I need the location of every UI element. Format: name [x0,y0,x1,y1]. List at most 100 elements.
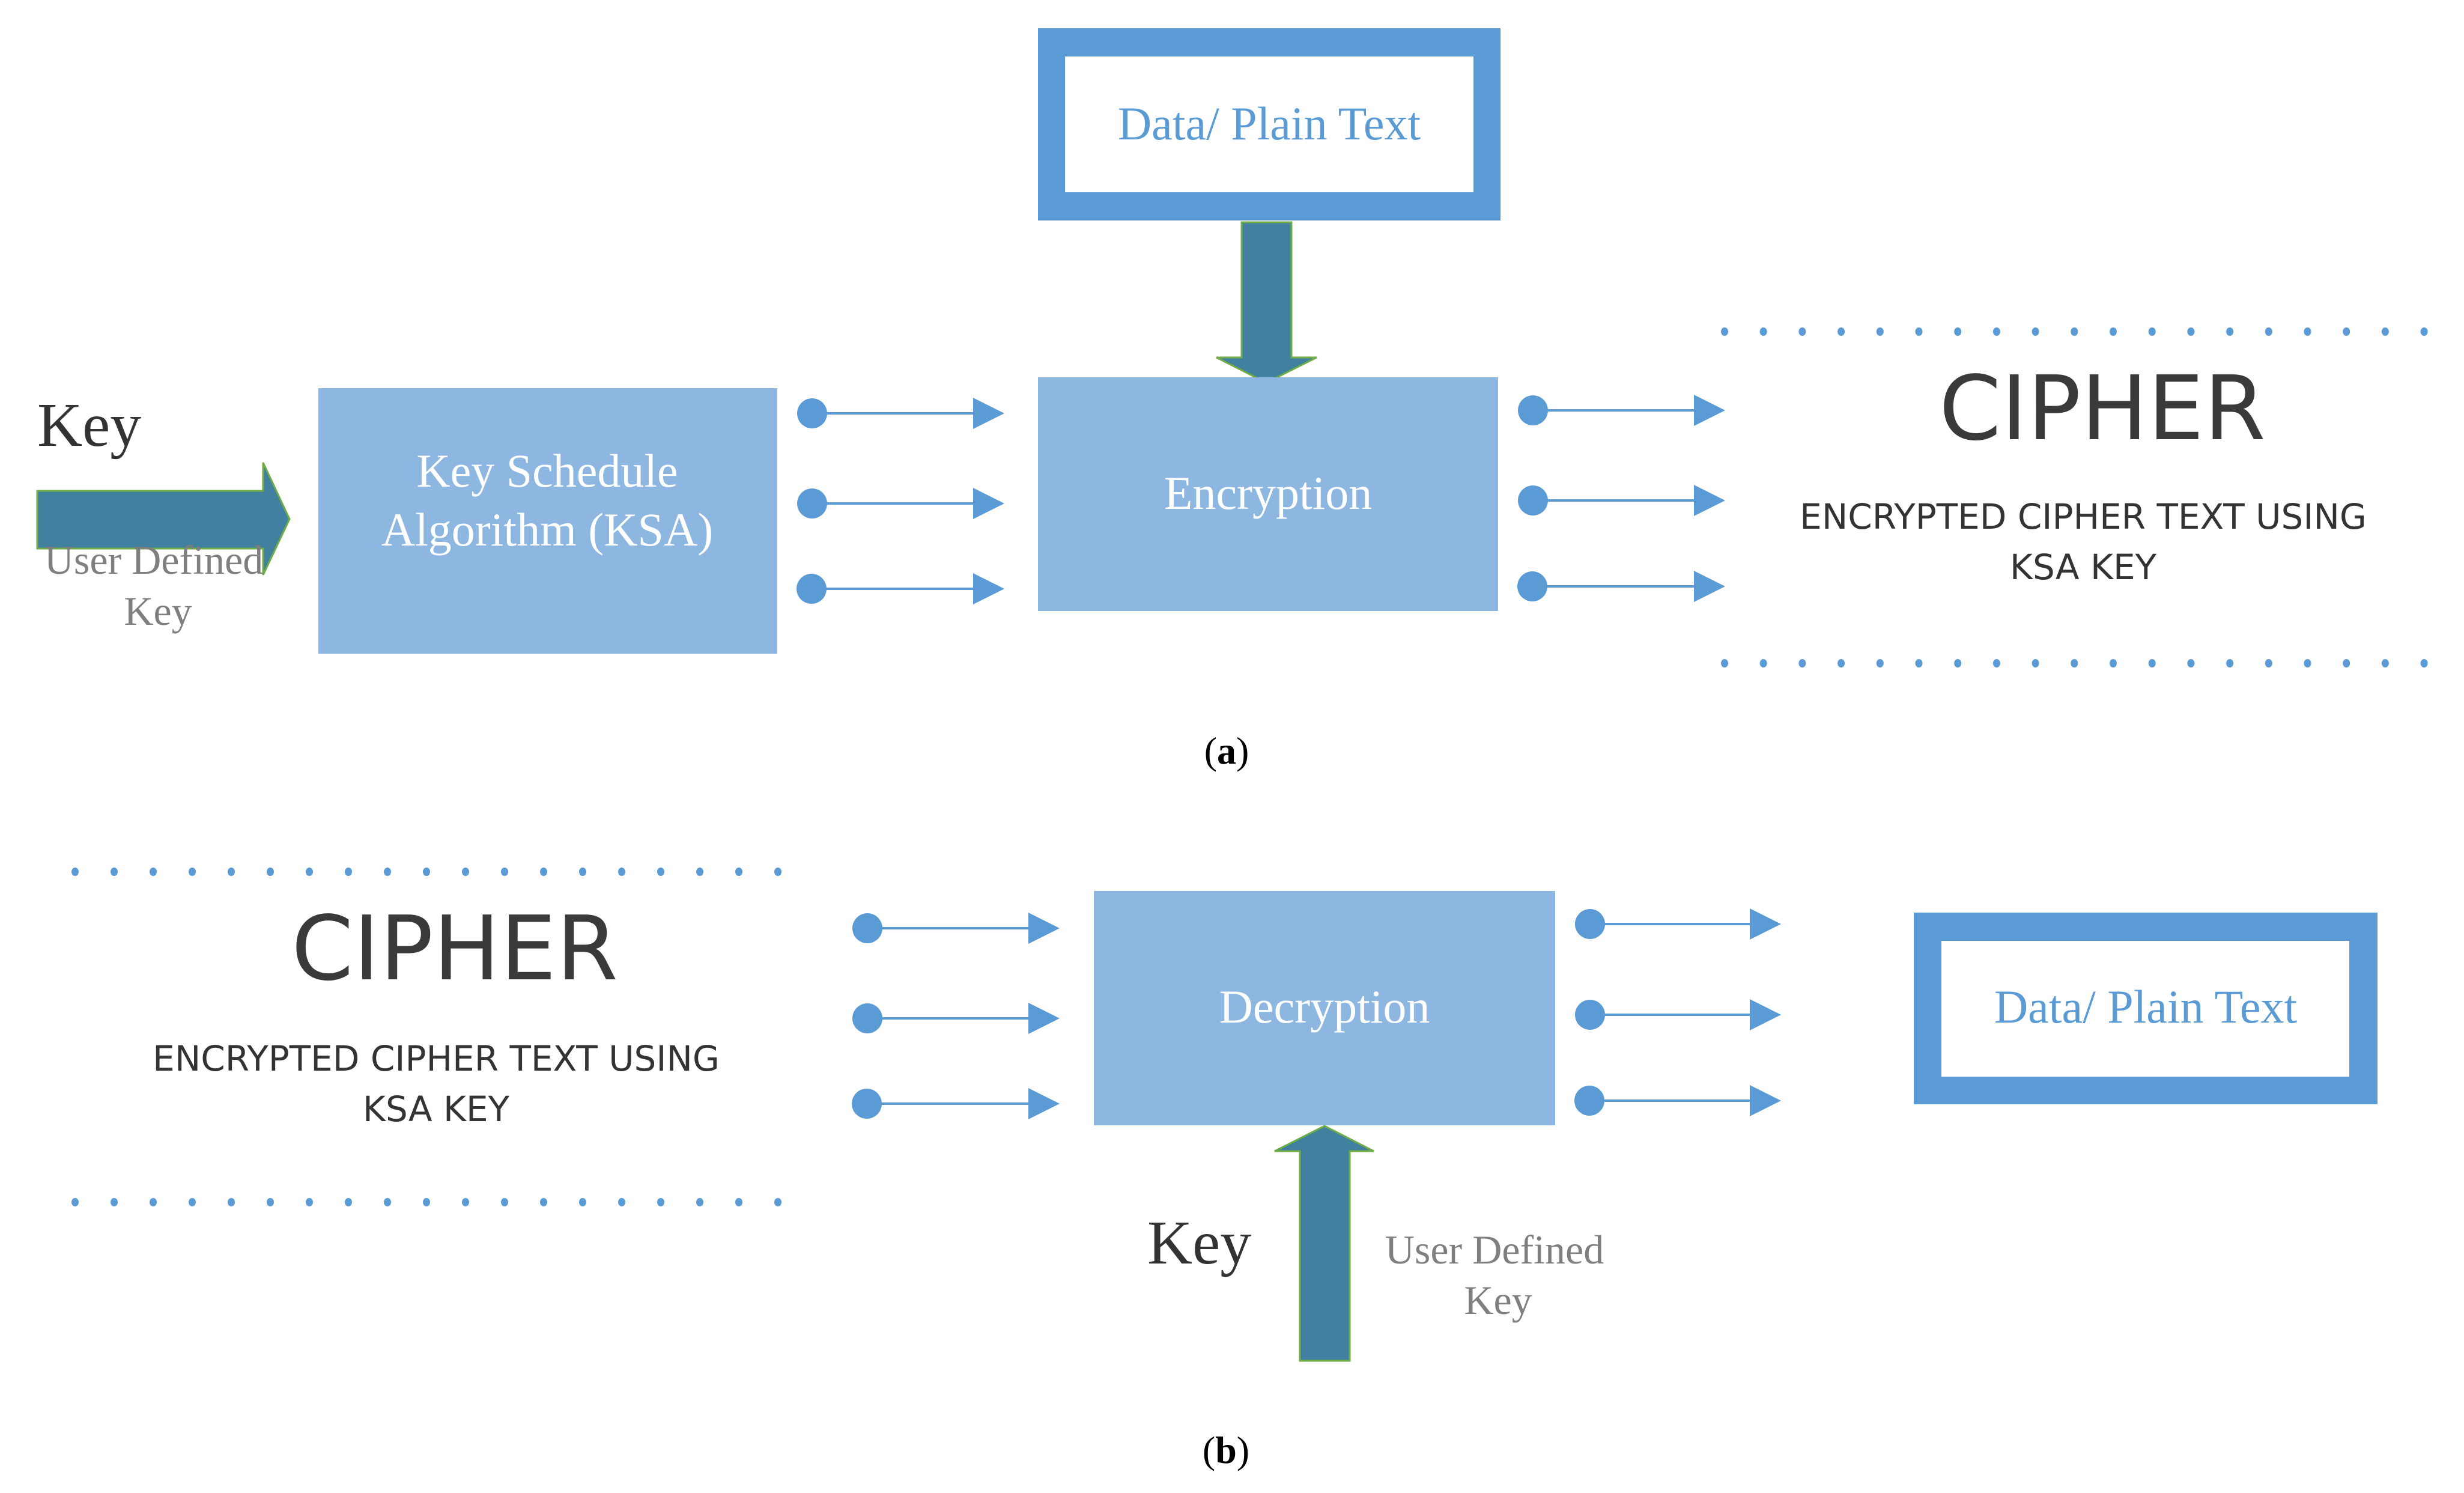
border-dot [111,868,118,876]
connector-arrow-icon [797,573,1004,604]
border-dot [1915,327,1923,336]
border-dot [774,868,781,876]
border-dot [1954,659,1962,667]
border-dot [306,1198,313,1206]
border-dot [735,1198,742,1206]
border-dot [2265,659,2272,667]
border-dot [1876,659,1884,667]
connector-arrow-icon [1574,1085,1781,1116]
border-dot [1876,327,1884,336]
connector-arrow-icon [852,913,1060,944]
border-dot [345,1198,352,1206]
border-dot [423,868,430,876]
border-dot [501,1198,508,1206]
border-dot [345,868,352,876]
border-dot [657,868,664,876]
dotted-border-bottom [71,1198,781,1206]
caption-a: (a) [1204,729,1249,772]
plain-text-label: Data/ Plain Text [1118,97,1421,150]
dotted-border-top [71,868,781,876]
data-down-arrow-icon [1216,221,1317,384]
connector-arrow-icon [1575,999,1781,1030]
border-dot [1759,659,1767,667]
border-dot [1915,659,1923,667]
cipher-title: CIPHER [291,897,618,1000]
border-dot [696,868,703,876]
border-dot [2148,659,2156,667]
border-dot [774,1198,781,1206]
user-defined-key-label-line2: Key [1464,1277,1532,1323]
cipher-subtitle-line2: KSA KEY [2010,547,2157,588]
border-dot [1837,327,1845,336]
border-dot [384,1198,391,1206]
connector-arrow-icon [1518,395,1725,426]
border-dot [2110,327,2117,336]
border-dot [1759,327,1767,336]
encryption-decryption-diagram: Key User Defined Key Key Schedule Algori… [36,28,2428,1471]
border-dot [384,868,391,876]
border-dot [618,868,625,876]
border-dot [1992,327,2000,336]
user-defined-key-label-line1: User Defined [1385,1227,1604,1273]
border-dot [2148,327,2156,336]
cipher-input-region-b: CIPHER ENCRYPTED CIPHER TEXT USING KSA K… [71,868,781,1206]
dotted-border-bottom [1721,659,2428,667]
border-dot [306,868,313,876]
cipher-subtitle-line1: ENCRYPTED CIPHER TEXT USING [1800,496,2367,537]
border-dot [501,868,508,876]
connector-arrow-icon [797,488,1004,519]
user-defined-key-label-line1: User Defined [44,537,263,583]
border-dot [267,1198,274,1206]
border-dot [189,1198,196,1206]
border-dot [1992,659,2000,667]
connector-arrow-icon [852,1003,1060,1034]
border-dot [1837,659,1845,667]
encryption-box-label: Encryption [1164,467,1373,519]
border-dot [462,868,469,876]
border-dot [2187,659,2195,667]
ksa-box-label-line1: Key Schedule [416,445,678,497]
connector-arrow-icon [1518,485,1725,516]
border-dot [228,868,235,876]
panel-b: CIPHER ENCRYPTED CIPHER TEXT USING KSA K… [71,868,2378,1471]
border-dot [2032,659,2039,667]
border-dot [189,868,196,876]
panel-a: Key User Defined Key Key Schedule Algori… [36,28,2428,772]
border-dot [150,868,157,876]
border-dot [2071,327,2078,336]
caption-b: (b) [1203,1429,1249,1471]
border-dot [657,1198,664,1206]
border-dot [579,1198,586,1206]
border-dot [2304,659,2311,667]
plain-text-input-box: Data/ Plain Text [1038,28,1501,220]
border-dot [2420,659,2428,667]
border-dot [423,1198,430,1206]
border-dot [618,1198,625,1206]
border-dot [2343,659,2350,667]
border-dot [71,868,79,876]
border-dot [2265,327,2272,336]
border-dot [2187,327,2195,336]
connector-arrow-icon [797,398,1004,429]
border-dot [2343,327,2350,336]
border-dot [462,1198,469,1206]
connector-arrow-icon [852,1088,1060,1119]
border-dot [2381,327,2389,336]
cipher-title: CIPHER [1939,357,2266,460]
cipher-to-decryption-connectors [852,913,1060,1119]
border-dot [150,1198,157,1206]
border-dot [228,1198,235,1206]
border-dot [2381,659,2389,667]
encryption-to-cipher-connectors [1517,395,1725,602]
border-dot [2110,659,2117,667]
dotted-border-top [1721,327,2428,336]
cipher-subtitle-line2: KSA KEY [363,1089,510,1130]
border-dot [267,868,274,876]
key-label: Key [37,391,141,460]
border-dot [2304,327,2311,336]
key-up-arrow-icon [1274,1125,1374,1362]
decryption-box-label: Decryption [1219,981,1430,1033]
plain-text-output-box: Data/ Plain Text [1914,913,2378,1104]
border-dot [579,868,586,876]
border-dot [540,1198,547,1206]
